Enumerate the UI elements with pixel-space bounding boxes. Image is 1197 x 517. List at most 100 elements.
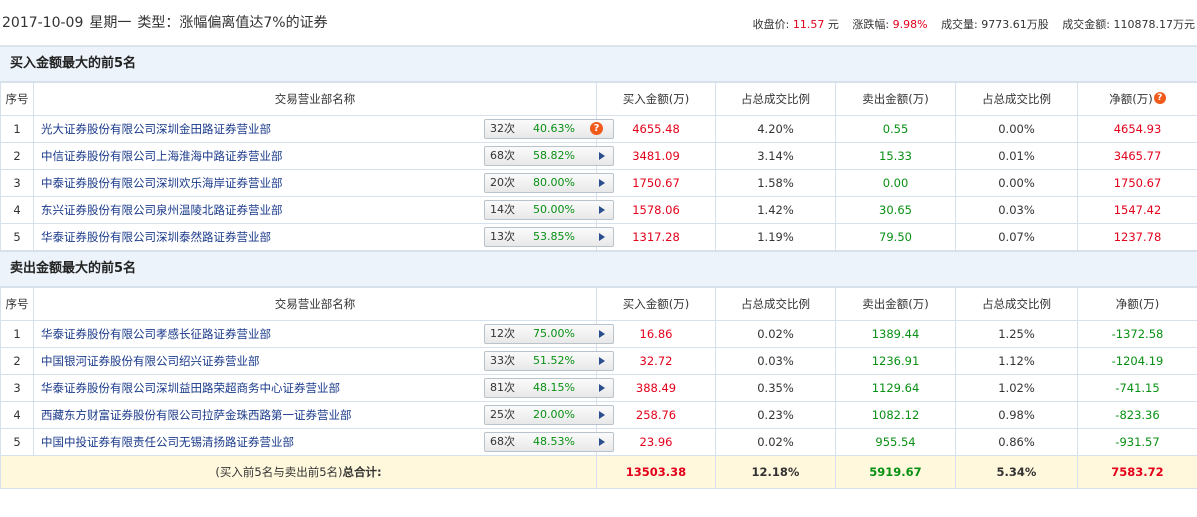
rank-count: 14次: [490, 203, 515, 216]
dept-cell: 东兴证券股份有限公司泉州温陵北路证券营业部 14次 50.00%: [33, 196, 614, 224]
sell-table: 序号 交易营业部名称 买入金额(万) 占总成交比例 卖出金额(万) 占总成交比例…: [0, 287, 1197, 489]
question-circle-icon[interactable]: ?: [1153, 92, 1166, 104]
dept-name-link[interactable]: 中国银河证券股份有限公司绍兴证券营业部: [41, 354, 260, 368]
net-amount: -1204.19: [1077, 347, 1197, 375]
buy-percent: 1.42%: [715, 196, 836, 224]
dept-history-button[interactable]: 81次 48.15%: [484, 378, 614, 398]
dept-cell: 中泰证券股份有限公司深圳欢乐海岸证券营业部 20次 80.00%: [33, 169, 614, 197]
sell-amount: 1389.44: [835, 320, 956, 348]
dept-history-button[interactable]: 14次 50.00%: [484, 200, 614, 220]
rank-count: 68次: [490, 149, 515, 162]
question-circle-icon[interactable]: ?: [590, 122, 603, 135]
success-rate: 80.00%: [533, 176, 575, 189]
buy-percent: 0.03%: [715, 347, 836, 375]
close-label: 收盘价:: [752, 18, 790, 31]
col-buy: 买入金额(万): [596, 82, 716, 116]
success-rate: 75.00%: [533, 327, 575, 340]
dept-name-link[interactable]: 光大证券股份有限公司深圳金田路证券营业部: [41, 122, 271, 136]
close-unit: 元: [827, 18, 839, 31]
total-buy-pct: 12.18%: [715, 455, 836, 489]
col-sell: 卖出金额(万): [835, 287, 956, 321]
table-row: 5 中国中投证券有限责任公司无锡清扬路证券营业部 68次 48.53% 23.96 0.0…: [0, 428, 1197, 456]
net-amount: -741.15: [1077, 374, 1197, 402]
triangle-right-icon[interactable]: [599, 233, 605, 241]
sell-percent: 0.00%: [955, 169, 1078, 197]
table-row: 3 中泰证券股份有限公司深圳欢乐海岸证券营业部 20次 80.00% 1750.67 1.…: [0, 169, 1197, 197]
dept-name-link[interactable]: 华泰证券股份有限公司深圳泰然路证券营业部: [41, 230, 271, 244]
dept-history-button[interactable]: 12次 75.00%: [484, 324, 614, 344]
col-dept: 交易营业部名称: [33, 287, 597, 321]
dept-name-link[interactable]: 中泰证券股份有限公司深圳欢乐海岸证券营业部: [41, 176, 283, 190]
net-amount: 3465.77: [1077, 142, 1197, 170]
row-no: 4: [0, 401, 34, 429]
triangle-right-icon[interactable]: [599, 206, 605, 214]
dept-name-link[interactable]: 东兴证券股份有限公司泉州温陵北路证券营业部: [41, 203, 283, 217]
dept-history-button[interactable]: 13次 53.85%: [484, 227, 614, 247]
dept-name-link[interactable]: 中信证券股份有限公司上海淮海中路证券营业部: [41, 149, 283, 163]
buy-amount: 258.76: [596, 401, 716, 429]
triangle-right-icon[interactable]: [599, 152, 605, 160]
buy-amount: 1750.67: [596, 169, 716, 197]
buy-percent: 0.02%: [715, 320, 836, 348]
dept-name-link[interactable]: 华泰证券股份有限公司深圳益田路荣超商务中心证券营业部: [41, 381, 340, 395]
triangle-right-icon[interactable]: [599, 411, 605, 419]
sell-percent: 0.86%: [955, 428, 1078, 456]
col-sell-pct: 占总成交比例: [955, 82, 1078, 116]
sell-amount: 955.54: [835, 428, 956, 456]
triangle-right-icon[interactable]: [599, 438, 605, 446]
triangle-right-icon[interactable]: [599, 330, 605, 338]
success-rate: 53.85%: [533, 230, 575, 243]
buy-percent: 0.35%: [715, 374, 836, 402]
table-row: 1 光大证券股份有限公司深圳金田路证券营业部 32次 40.63%? 4655.48 4.…: [0, 115, 1197, 143]
buy-amount: 1317.28: [596, 223, 716, 251]
dept-name-link[interactable]: 中国中投证券有限责任公司无锡清扬路证券营业部: [41, 435, 294, 449]
net-amount: 1237.78: [1077, 223, 1197, 251]
buy-percent: 3.14%: [715, 142, 836, 170]
col-no: 序号: [0, 82, 34, 116]
dept-history-button[interactable]: 20次 80.00%: [484, 173, 614, 193]
triangle-right-icon[interactable]: [599, 357, 605, 365]
table-row: 3 华泰证券股份有限公司深圳益田路荣超商务中心证券营业部 81次 48.15% 388.…: [0, 374, 1197, 402]
buy-percent: 1.58%: [715, 169, 836, 197]
net-amount: -931.57: [1077, 428, 1197, 456]
sell-amount: 1236.91: [835, 347, 956, 375]
rank-count: 25次: [490, 408, 515, 421]
table-row: 1 华泰证券股份有限公司孝感长征路证券营业部 12次 75.00% 16.86 0.02%…: [0, 320, 1197, 348]
rank-count: 13次: [490, 230, 515, 243]
success-rate: 48.15%: [533, 381, 575, 394]
dept-history-button[interactable]: 68次 48.53%: [484, 432, 614, 452]
sell-percent: 0.01%: [955, 142, 1078, 170]
sell-percent: 0.03%: [955, 196, 1078, 224]
rank-count: 33次: [490, 354, 515, 367]
col-sell: 卖出金额(万): [835, 82, 956, 116]
buy-table: 序号 交易营业部名称 买入金额(万) 占总成交比例 卖出金额(万) 占总成交比例…: [0, 82, 1197, 251]
dept-name-link[interactable]: 华泰证券股份有限公司孝感长征路证券营业部: [41, 327, 271, 341]
triangle-right-icon[interactable]: [599, 384, 605, 392]
success-rate: 48.53%: [533, 435, 575, 448]
row-no: 1: [0, 115, 34, 143]
row-no: 5: [0, 428, 34, 456]
dept-history-button[interactable]: 33次 51.52%: [484, 351, 614, 371]
dept-history-button[interactable]: 32次 40.63%?: [484, 119, 614, 139]
dept-history-button[interactable]: 68次 58.82%: [484, 146, 614, 166]
dept-cell: 华泰证券股份有限公司孝感长征路证券营业部 12次 75.00%: [33, 320, 614, 348]
sell-percent: 0.00%: [955, 115, 1078, 143]
page-header: 2017-10-09 星期一 类型：涨幅偏离值达7%的证券 收盘价: 11.57 元…: [0, 0, 1197, 46]
dept-name-link[interactable]: 西藏东方财富证券股份有限公司拉萨金珠西路第一证券营业部: [41, 408, 352, 422]
total-sell: 5919.67: [835, 455, 956, 489]
col-net: 净额(万): [1077, 287, 1197, 321]
sell-amount: 1082.12: [835, 401, 956, 429]
dept-cell: 华泰证券股份有限公司深圳泰然路证券营业部 13次 53.85%: [33, 223, 614, 251]
sell-amount: 30.65: [835, 196, 956, 224]
total-sell-pct: 5.34%: [955, 455, 1078, 489]
trade-type: 类型：涨幅偏离值达7%的证券: [137, 15, 328, 31]
sell-amount: 79.50: [835, 223, 956, 251]
triangle-right-icon[interactable]: [599, 179, 605, 187]
table-row: 4 西藏东方财富证券股份有限公司拉萨金珠西路第一证券营业部 25次 20.00% 258…: [0, 401, 1197, 429]
table-row: 2 中国银河证券股份有限公司绍兴证券营业部 33次 51.52% 32.72 0.03% 1…: [0, 347, 1197, 375]
change-value: 9.98%: [892, 18, 928, 31]
col-no: 序号: [0, 287, 34, 321]
dept-history-button[interactable]: 25次 20.00%: [484, 405, 614, 425]
sell-amount: 0.55: [835, 115, 956, 143]
buy-percent: 0.02%: [715, 428, 836, 456]
